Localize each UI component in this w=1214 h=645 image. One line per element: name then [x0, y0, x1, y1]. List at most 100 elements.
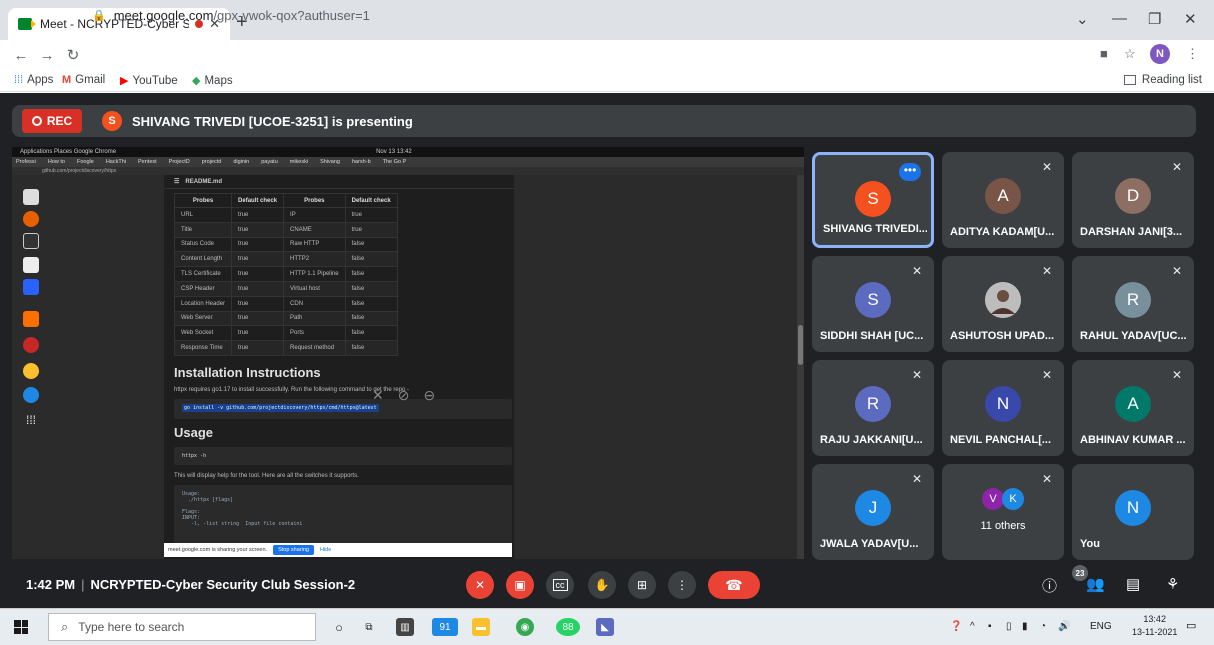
- camera-off-icon: ▣: [514, 578, 526, 592]
- recording-button[interactable]: REC: [22, 109, 82, 133]
- tab-search-icon[interactable]: ⌄: [1076, 10, 1089, 28]
- gmail-icon: M: [62, 74, 72, 86]
- app-icon[interactable]: ◣: [596, 618, 614, 636]
- apps-grid-icon: ⁞⁞⁞: [14, 74, 24, 86]
- presenting-banner: REC S SHIVANG TRIVEDI [UCOE-3251] is pre…: [12, 105, 1196, 137]
- shared-screen: Applications Places Google Chrome Nov 13…: [12, 147, 804, 559]
- table-cell: Web Server: [173, 310, 233, 327]
- address-bar[interactable]: 🔒 meet.google.com/gpx-vwok-qox?authuser=…: [92, 4, 1072, 26]
- whatsapp-icon[interactable]: 88: [556, 618, 580, 636]
- participant-tile[interactable]: D DARSHAN JANI[3... ✕: [1072, 152, 1194, 248]
- show-hidden-icons[interactable]: ^: [970, 621, 975, 632]
- os-clock: Nov 13 13:42: [376, 149, 412, 155]
- cortana-icon[interactable]: ○: [330, 618, 348, 636]
- present-button[interactable]: ⊞: [628, 571, 656, 599]
- window-close-icon[interactable]: ✕: [1184, 10, 1197, 28]
- participant-name: ABHINAV KUMAR ...: [1080, 434, 1186, 446]
- task-view-icon[interactable]: ⧉: [360, 618, 378, 636]
- profile-avatar[interactable]: N: [1150, 44, 1170, 64]
- avatar: N: [985, 386, 1021, 422]
- participant-tile[interactable]: A ABHINAV KUMAR ... ✕: [1072, 360, 1194, 456]
- participant-tile[interactable]: N NEVIL PANCHAL[... ✕: [942, 360, 1064, 456]
- raise-hand-button[interactable]: ✋: [588, 571, 616, 599]
- more-options-icon[interactable]: •••: [899, 163, 921, 181]
- participant-tile[interactable]: J JWALA YADAV[U... ✕: [812, 464, 934, 560]
- people-icon[interactable]: 👥: [1086, 575, 1105, 593]
- camera-in-use-icon[interactable]: ■: [1100, 46, 1108, 61]
- mail-icon[interactable]: 91: [432, 618, 458, 636]
- bookmark-youtube[interactable]: ▶ YouTube: [120, 74, 178, 88]
- meeting-details-icon[interactable]: ⓘ: [1042, 575, 1057, 596]
- shared-url-bar: github.com/projectdiscovery/httpx: [12, 167, 804, 175]
- mic-off-button[interactable]: ✕: [466, 571, 494, 599]
- table-cell: true: [344, 207, 398, 223]
- table-cell: Response Time: [173, 340, 233, 356]
- hide-button[interactable]: Hide: [320, 547, 331, 553]
- more-options-button[interactable]: ⋮: [668, 571, 696, 599]
- wifi-icon[interactable]: ◔: [1040, 621, 1046, 632]
- participant-name: SHIVANG TRIVEDI...: [823, 223, 927, 235]
- table-header: Default check: [231, 193, 285, 208]
- table-cell: false: [344, 236, 398, 253]
- readme-header: ☰ README.md: [164, 175, 514, 189]
- participant-tile[interactable]: A ADITYA KADAM[U... ✕: [942, 152, 1064, 248]
- forward-icon[interactable]: →: [34, 47, 60, 64]
- participant-tile[interactable]: R RAJU JAKKANI[U... ✕: [812, 360, 934, 456]
- back-icon[interactable]: ←: [8, 47, 34, 64]
- chat-icon[interactable]: ▤: [1126, 575, 1140, 593]
- volume-icon[interactable]: 🔊: [1058, 621, 1070, 632]
- battery-icon: ▯: [1006, 621, 1012, 632]
- table-cell: CNAME: [283, 221, 346, 238]
- bookmark-apps[interactable]: ⁞⁞⁞ Apps: [14, 74, 53, 86]
- avatar: D: [1115, 178, 1151, 214]
- participant-tile[interactable]: N You: [1072, 464, 1194, 560]
- minimize-icon[interactable]: —: [1112, 10, 1127, 27]
- taskbar-search-box[interactable]: ⌕ Type here to search: [48, 613, 316, 641]
- activities-icon[interactable]: ⚘: [1166, 575, 1179, 593]
- reading-list-button[interactable]: Reading list: [1123, 74, 1202, 86]
- others-avatars: VK: [982, 488, 1024, 510]
- bookmark-gmail[interactable]: M Gmail: [62, 74, 105, 86]
- taskbar-clock[interactable]: 13:42 13-11-2021: [1132, 613, 1177, 639]
- hand-icon: ✋: [594, 578, 610, 592]
- maximize-icon[interactable]: ❐: [1148, 10, 1161, 28]
- sharing-notice-bar: meet.google.com is sharing your screen. …: [164, 543, 512, 557]
- reload-icon[interactable]: ↻: [60, 46, 86, 64]
- meeting-name: NCRYPTED-Cyber Security Club Session-2: [90, 577, 356, 592]
- help-icon[interactable]: ❓: [950, 621, 962, 632]
- others-tile[interactable]: V K 11 others ✕: [942, 464, 1064, 560]
- table-cell: Ports: [283, 325, 346, 342]
- bookmark-star-icon[interactable]: ☆: [1124, 46, 1136, 62]
- hangup-icon: ☎: [725, 576, 743, 593]
- captions-button[interactable]: cc: [546, 571, 574, 599]
- table-cell: false: [344, 280, 398, 297]
- file-explorer-icon[interactable]: ▬: [472, 618, 490, 636]
- shared-tab: mikeski: [289, 159, 309, 165]
- participant-tile[interactable]: S SIDDHI SHAH [UC... ✕: [812, 256, 934, 352]
- participant-tile[interactable]: ASHUTOSH UPAD... ✕: [942, 256, 1064, 352]
- participant-tile[interactable]: R RAHUL YADAV[UC... ✕: [1072, 256, 1194, 352]
- table-row: Web Server true Path false: [173, 310, 398, 327]
- table-cell: false: [344, 340, 398, 356]
- chrome-taskbar-icon[interactable]: ◉: [516, 618, 534, 636]
- lock-icon: 🔒: [92, 9, 106, 22]
- chrome-menu-icon[interactable]: ⋮: [1186, 46, 1199, 62]
- participant-name: ASHUTOSH UPAD...: [950, 330, 1055, 342]
- avatar: V: [982, 488, 1004, 510]
- table-cell: false: [344, 266, 398, 282]
- language-indicator[interactable]: ENG: [1090, 621, 1112, 632]
- notifications-icon[interactable]: ▭: [1186, 619, 1202, 635]
- presenter-avatar: S: [102, 111, 122, 131]
- whatsapp-badge: 88: [562, 621, 574, 633]
- participant-tile[interactable]: S SHIVANG TRIVEDI... •••: [812, 152, 934, 248]
- leave-call-button[interactable]: ☎: [708, 571, 760, 599]
- avatar: A: [1115, 386, 1151, 422]
- rec-label: REC: [46, 114, 73, 128]
- stop-sharing-button[interactable]: Stop sharing: [273, 545, 314, 555]
- windows-start-icon[interactable]: [14, 620, 28, 634]
- store-icon[interactable]: ▥: [396, 618, 414, 636]
- camera-off-button[interactable]: ▣: [506, 571, 534, 599]
- meeting-info: 1:42 PM | NCRYPTED-Cyber Security Club Ses…: [26, 577, 356, 592]
- bookmark-maps[interactable]: ◆ Maps: [192, 74, 233, 88]
- avatar: [985, 282, 1021, 318]
